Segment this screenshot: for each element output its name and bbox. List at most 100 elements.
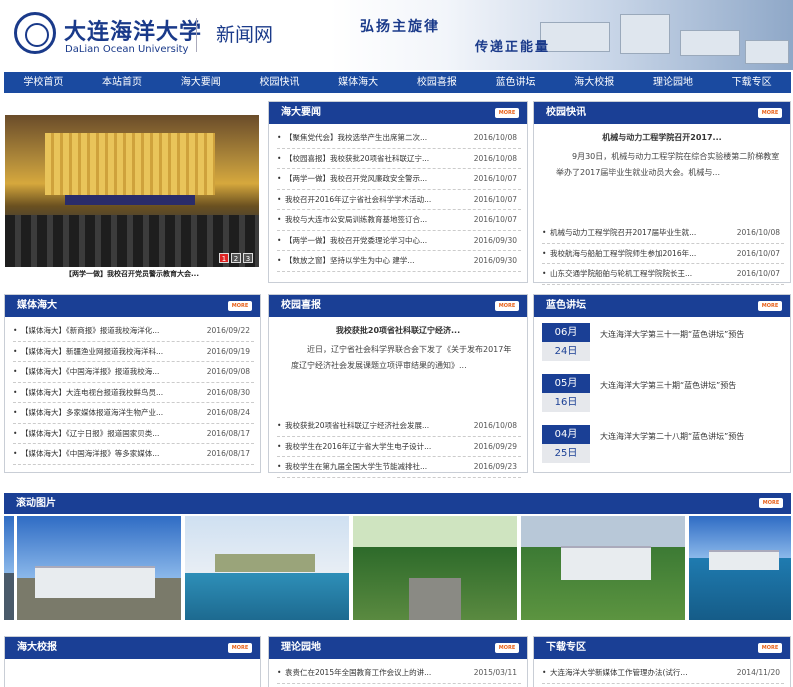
university-logo-icon[interactable]: [14, 12, 56, 54]
item-title[interactable]: 袁贵仁在2015年全国教育工作会议上的讲...: [285, 663, 455, 682]
school-paper-panel: 海大校报 MORE: [4, 636, 261, 687]
more-button[interactable]: MORE: [228, 643, 252, 653]
nav-item-media[interactable]: 媒体海大: [319, 72, 398, 93]
nav-item-downloads[interactable]: 下载专区: [712, 72, 791, 93]
list-item[interactable]: 我校学生在2016年辽宁省大学生电子设计... 2016/09/29: [277, 437, 521, 457]
list-item[interactable]: 【媒体海大】大连电视台报道我校鲜鸟员... 2016/08/30: [13, 383, 254, 403]
list-item[interactable]: 我校航海与船舶工程学院师生参加2016年... 2016/10/07: [542, 244, 784, 264]
photo-sea: [185, 573, 349, 620]
list-item[interactable]: 袁贵仁在2015年全国教育工作会议上的讲... 2015/03/11: [277, 663, 521, 684]
lecture-item[interactable]: 05月 16日 大连海洋大学第三十期“蓝色讲坛”预告: [542, 374, 782, 420]
list-item[interactable]: 【聚焦党代会】我校选举产生出席第二次... 2016/10/08: [277, 128, 521, 149]
more-button[interactable]: MORE: [759, 498, 783, 508]
panel-header: 校园喜报 MORE: [269, 295, 527, 317]
more-button[interactable]: MORE: [228, 301, 252, 311]
nav-item-campus-express[interactable]: 校园快讯: [240, 72, 319, 93]
photo-thumbnail[interactable]: [521, 516, 685, 620]
item-title[interactable]: 【聚焦党代会】我校选举产生出席第二次...: [285, 128, 455, 147]
slide-photo[interactable]: 1 2 3: [5, 115, 259, 267]
list-item[interactable]: 【媒体海大】《中国海洋报》报道我校海... 2016/09/08: [13, 362, 254, 383]
item-title[interactable]: 【两学一做】我校召开党风廉政安全警示...: [285, 169, 455, 188]
lecture-item[interactable]: 04月 25日 大连海洋大学第二十八期“蓝色讲坛”预告: [542, 425, 782, 471]
item-date: 2016/10/07: [473, 174, 517, 183]
panel-header: 校园快讯 MORE: [534, 102, 790, 124]
item-title[interactable]: 我校学生在第九届全国大学生节能减排社...: [285, 457, 455, 476]
item-title[interactable]: 【媒体海大】新疆渔业网报道我校海洋科...: [21, 342, 191, 361]
item-title[interactable]: 【媒体海大】《中国海洋报》报道我校海...: [21, 362, 191, 381]
more-button[interactable]: MORE: [495, 108, 519, 118]
item-title[interactable]: 【两学一做】我校召开党委理论学习中心...: [285, 231, 455, 250]
photo-thumbnail[interactable]: [185, 516, 349, 620]
item-title[interactable]: 【媒体海大】大连电视台报道我校鲜鸟员...: [21, 383, 191, 402]
list-item[interactable]: 【校园喜报】我校获批20项省社科联辽宁... 2016/10/08: [277, 149, 521, 169]
university-name-cn: 大连海洋大学: [64, 19, 203, 45]
more-button[interactable]: MORE: [758, 301, 782, 311]
panel-title: 媒体海大: [17, 300, 57, 311]
item-title[interactable]: 我校学生在2016年辽宁省大学生电子设计...: [285, 437, 455, 456]
slide-page-button[interactable]: 3: [243, 253, 253, 263]
nav-item-school-paper[interactable]: 海大校报: [555, 72, 634, 93]
item-title[interactable]: 【媒体海大】《新商报》报道我校海洋化...: [21, 321, 191, 340]
item-date: 2016/08/24: [206, 408, 250, 417]
list-item[interactable]: 机械与动力工程学院召开2017届毕业生就... 2016/10/08: [542, 223, 784, 244]
item-title[interactable]: 大连海洋大学新媒体工作管理办法(试行...: [550, 663, 720, 682]
feature-title[interactable]: 机械与动力工程学院召开2017...: [534, 132, 790, 143]
university-name-en: DaLian Ocean University: [65, 44, 189, 55]
list-item[interactable]: 我校召开2016年辽宁省社会科学学术活动... 2016/10/07: [277, 190, 521, 210]
item-title[interactable]: 我校获批20项省社科联辽宁经济社会发展...: [285, 416, 455, 435]
nav-item-school-home[interactable]: 学校首页: [4, 72, 83, 93]
item-title[interactable]: 【媒体海大】多家媒体报道海洋生物产业...: [21, 403, 191, 422]
item-title[interactable]: 我校与大连市公安局训练教育基地签订合...: [285, 210, 455, 229]
list-item[interactable]: 【媒体海大】《新商报》报道我校海洋化... 2016/09/22: [13, 321, 254, 342]
banner-building: [745, 40, 789, 64]
lecture-title[interactable]: 大连海洋大学第三十期“蓝色讲坛”预告: [600, 380, 736, 391]
lecture-title[interactable]: 大连海洋大学第二十八期“蓝色讲坛”预告: [600, 431, 744, 442]
feature-title[interactable]: 我校获批20项省社科联辽宁经济...: [269, 325, 527, 336]
list-item[interactable]: 【两学一做】我校召开党委理论学习中心... 2016/09/30: [277, 231, 521, 251]
item-title[interactable]: 我校航海与船舶工程学院师生参加2016年...: [550, 244, 720, 263]
more-button[interactable]: MORE: [495, 643, 519, 653]
news-list: 【聚焦党代会】我校选举产生出席第二次... 2016/10/08 【校园喜报】我校…: [269, 124, 527, 272]
photo-thumbnail[interactable]: [17, 516, 181, 620]
nav-item-blue-forum[interactable]: 蓝色讲坛: [476, 72, 555, 93]
item-title[interactable]: 【校园喜报】我校获批20项省社科联辽宁...: [285, 149, 455, 168]
photo-thumbnail[interactable]: [353, 516, 517, 620]
slide-caption[interactable]: 【两学一做】我校召开党员警示教育大会...: [5, 267, 259, 281]
item-title[interactable]: 机械与动力工程学院召开2017届毕业生就...: [550, 223, 720, 242]
list-item[interactable]: 我校学生在第九届全国大学生节能减排社... 2016/09/23: [277, 457, 521, 478]
item-title[interactable]: 【媒体海大】《辽宁日报》报道国家贝类...: [21, 424, 191, 443]
panel-header: 蓝色讲坛 MORE: [534, 295, 790, 317]
slide-page-button[interactable]: 2: [231, 253, 241, 263]
item-title[interactable]: 【媒体海大】《中国海洋报》等多家媒体...: [21, 444, 191, 463]
nav-item-theory[interactable]: 理论园地: [634, 72, 713, 93]
item-date: 2016/09/22: [206, 326, 250, 335]
more-button[interactable]: MORE: [758, 643, 782, 653]
list-item[interactable]: 【媒体海大】新疆渔业网报道我校海洋科... 2016/09/19: [13, 342, 254, 362]
more-button[interactable]: MORE: [758, 108, 782, 118]
list-item[interactable]: 我校与大连市公安局训练教育基地签订合... 2016/10/07: [277, 210, 521, 231]
list-item[interactable]: 【数放之窗】坚持以学生为中心 建学... 2016/09/30: [277, 251, 521, 272]
photo-thumbnail[interactable]: [4, 516, 14, 620]
panel-title: 下载专区: [546, 642, 586, 653]
list-item[interactable]: 大连海洋大学新媒体工作管理办法(试行... 2014/11/20: [542, 663, 784, 684]
photo-thumbnail[interactable]: [689, 516, 791, 620]
item-title[interactable]: 山东交通学院船舶与轮机工程学院院长王...: [550, 264, 720, 283]
nav-item-site-home[interactable]: 本站首页: [83, 72, 162, 93]
list-item[interactable]: 【媒体海大】《中国海洋报》等多家媒体... 2016/08/17: [13, 444, 254, 465]
nav-item-news[interactable]: 海大要闻: [161, 72, 240, 93]
lecture-item[interactable]: 06月 24日 大连海洋大学第三十一期“蓝色讲坛”预告: [542, 323, 782, 369]
list-item[interactable]: 【媒体海大】《辽宁日报》报道国家贝类... 2016/08/17: [13, 424, 254, 444]
list-item[interactable]: 【媒体海大】多家媒体报道海洋生物产业... 2016/08/24: [13, 403, 254, 424]
lecture-month: 04月: [542, 425, 590, 444]
item-title[interactable]: 我校召开2016年辽宁省社会科学学术活动...: [285, 190, 455, 209]
list-item[interactable]: 【两学一做】我校召开党风廉政安全警示... 2016/10/07: [277, 169, 521, 190]
list-item[interactable]: 我校获批20项省社科联辽宁经济社会发展... 2016/10/08: [277, 416, 521, 437]
item-title[interactable]: 【数放之窗】坚持以学生为中心 建学...: [285, 251, 455, 270]
nav-item-honors[interactable]: 校园喜报: [398, 72, 477, 93]
list-item[interactable]: 山东交通学院船舶与轮机工程学院院长王... 2016/10/07: [542, 264, 784, 285]
more-button[interactable]: MORE: [495, 301, 519, 311]
photo-road: [409, 578, 461, 620]
lecture-title[interactable]: 大连海洋大学第三十一期“蓝色讲坛”预告: [600, 329, 744, 340]
slide-page-button[interactable]: 1: [219, 253, 229, 263]
lecture-month: 05月: [542, 374, 590, 393]
